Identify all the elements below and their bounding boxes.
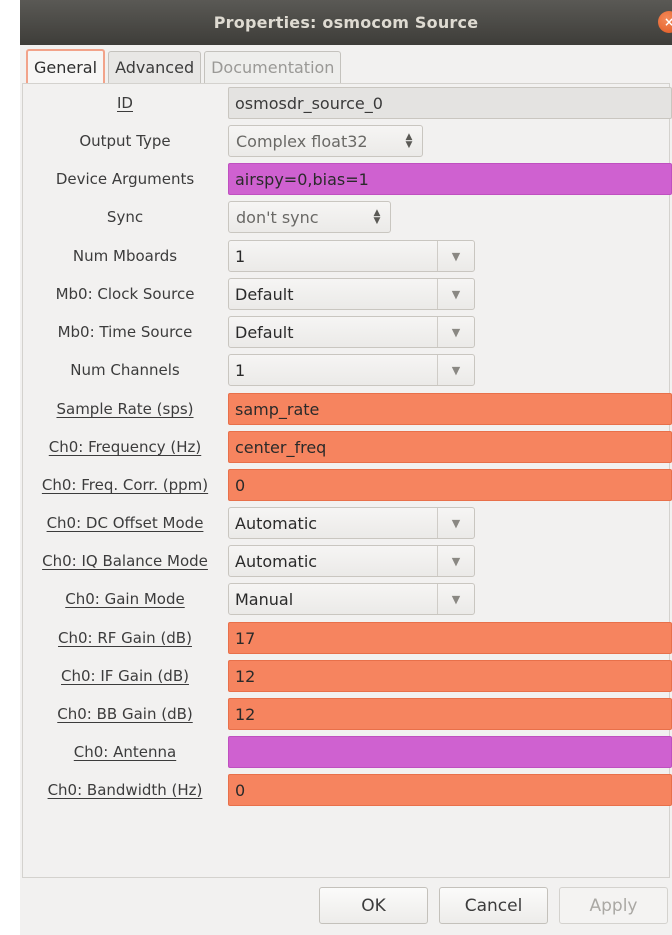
- ch0-gain-mode-combo[interactable]: Manual ▼: [228, 583, 475, 615]
- field-label: Sample Rate (sps): [56, 400, 194, 418]
- field-row-num-mboards: Num Mboards 1 ▼: [23, 240, 671, 272]
- ch0-antenna-field[interactable]: [228, 736, 672, 768]
- field-label: Ch0: Frequency (Hz): [48, 438, 202, 456]
- chevron-down-icon[interactable]: ▼: [438, 241, 474, 271]
- field-label: Ch0: Freq. Corr. (ppm): [41, 476, 209, 494]
- updown-icon: ▲ ▼: [405, 132, 413, 150]
- field-row-device-arguments: Device Arguments airspy=0,bias=1: [23, 163, 672, 195]
- chevron-down-icon[interactable]: ▼: [438, 584, 474, 614]
- field-row-id: ID osmosdr_source_0: [23, 87, 672, 119]
- field-label: Num Channels: [70, 361, 180, 379]
- cancel-button[interactable]: Cancel: [439, 887, 548, 924]
- field-label: ID: [117, 94, 133, 112]
- close-icon[interactable]: ×: [658, 11, 672, 33]
- num-channels-value: 1: [235, 360, 246, 380]
- field-row-sample-rate: Sample Rate (sps) samp_rate: [23, 393, 672, 425]
- tab-general[interactable]: General: [26, 49, 106, 83]
- ch0-gain-mode-value: Manual: [235, 589, 294, 609]
- mb0-time-source-combo[interactable]: Default ▼: [228, 316, 475, 348]
- ch0-rf-gain-field[interactable]: 17: [228, 622, 672, 654]
- field-label: Ch0: Antenna: [73, 743, 177, 761]
- field-label: Num Mboards: [72, 247, 178, 265]
- tab-bar: General Advanced Documentation: [26, 49, 344, 83]
- field-label: Mb0: Clock Source: [55, 285, 195, 303]
- id-field[interactable]: osmosdr_source_0: [228, 87, 672, 119]
- field-label: Ch0: Gain Mode: [65, 590, 185, 608]
- ch0-if-gain-field[interactable]: 12: [228, 660, 672, 692]
- chevron-down-icon[interactable]: ▼: [438, 355, 474, 385]
- field-row-output-type: Output Type Complex float32 ▲ ▼: [23, 125, 671, 157]
- ch0-bb-gain-field[interactable]: 12: [228, 698, 672, 730]
- num-mboards-value: 1: [235, 246, 246, 266]
- tab-documentation[interactable]: Documentation: [204, 51, 342, 83]
- field-row-num-channels: Num Channels 1 ▼: [23, 354, 671, 386]
- ch0-bandwidth-field[interactable]: 0: [228, 774, 672, 806]
- mb0-clock-source-value: Default: [235, 284, 294, 304]
- field-label: Mb0: Time Source: [57, 323, 193, 341]
- chevron-down-icon[interactable]: ▼: [438, 508, 474, 538]
- chevron-down-icon[interactable]: ▼: [438, 317, 474, 347]
- field-row-mb0-time-source: Mb0: Time Source Default ▼: [23, 316, 671, 348]
- field-label: Ch0: IF Gain (dB): [61, 667, 189, 685]
- field-row-ch0-iq-balance-mode: Ch0: IQ Balance Mode Automatic ▼: [23, 545, 671, 577]
- output-type-select[interactable]: Complex float32 ▲ ▼: [228, 125, 423, 157]
- field-row-ch0-freq-corr: Ch0: Freq. Corr. (ppm) 0: [23, 469, 672, 501]
- num-channels-combo[interactable]: 1 ▼: [228, 354, 475, 386]
- field-label: Ch0: Bandwidth (Hz): [47, 781, 203, 799]
- field-label: Device Arguments: [55, 170, 195, 188]
- field-label: Ch0: IQ Balance Mode: [42, 552, 208, 570]
- title-bar[interactable]: Properties: osmocom Source ×: [20, 0, 672, 45]
- field-label: Ch0: DC Offset Mode: [46, 514, 204, 532]
- apply-button[interactable]: Apply: [559, 887, 668, 924]
- field-row-ch0-antenna: Ch0: Antenna: [23, 736, 672, 768]
- chevron-down-icon[interactable]: ▼: [438, 546, 474, 576]
- field-row-ch0-bandwidth: Ch0: Bandwidth (Hz) 0: [23, 774, 672, 806]
- properties-dialog: Properties: osmocom Source × General Adv…: [20, 0, 672, 935]
- mb0-clock-source-combo[interactable]: Default ▼: [228, 278, 475, 310]
- field-label: Ch0: BB Gain (dB): [57, 705, 193, 723]
- ch0-frequency-field[interactable]: center_freq: [228, 431, 672, 463]
- sample-rate-field[interactable]: samp_rate: [228, 393, 672, 425]
- ok-button[interactable]: OK: [319, 887, 428, 924]
- ch0-dc-offset-mode-combo[interactable]: Automatic ▼: [228, 507, 475, 539]
- device-arguments-field[interactable]: airspy=0,bias=1: [228, 163, 672, 195]
- field-label: Sync: [106, 208, 144, 226]
- ch0-iq-balance-mode-value: Automatic: [235, 551, 318, 571]
- chevron-down-icon[interactable]: ▼: [438, 279, 474, 309]
- field-row-ch0-dc-offset-mode: Ch0: DC Offset Mode Automatic ▼: [23, 507, 671, 539]
- field-row-ch0-frequency: Ch0: Frequency (Hz) center_freq: [23, 431, 672, 463]
- updown-icon: ▲ ▼: [373, 208, 381, 226]
- output-type-value: Complex float32: [236, 131, 368, 151]
- field-label: Output Type: [79, 132, 171, 150]
- field-row-mb0-clock-source: Mb0: Clock Source Default ▼: [23, 278, 671, 310]
- field-row-sync: Sync don't sync ▲ ▼: [23, 201, 671, 233]
- field-row-ch0-if-gain: Ch0: IF Gain (dB) 12: [23, 660, 672, 692]
- ch0-iq-balance-mode-combo[interactable]: Automatic ▼: [228, 545, 475, 577]
- general-panel: ID osmosdr_source_0 Output Type Complex …: [22, 83, 672, 878]
- field-row-ch0-bb-gain: Ch0: BB Gain (dB) 12: [23, 698, 672, 730]
- field-label: Ch0: RF Gain (dB): [58, 629, 192, 647]
- ch0-freq-corr-field[interactable]: 0: [228, 469, 672, 501]
- mb0-time-source-value: Default: [235, 322, 294, 342]
- num-mboards-combo[interactable]: 1 ▼: [228, 240, 475, 272]
- tab-advanced[interactable]: Advanced: [108, 51, 202, 83]
- sync-select[interactable]: don't sync ▲ ▼: [228, 201, 391, 233]
- dialog-button-bar: OK Cancel Apply: [20, 878, 672, 935]
- window-title: Properties: osmocom Source: [213, 13, 479, 32]
- sync-value: don't sync: [236, 207, 319, 227]
- field-row-ch0-gain-mode: Ch0: Gain Mode Manual ▼: [23, 583, 671, 615]
- field-row-ch0-rf-gain: Ch0: RF Gain (dB) 17: [23, 622, 672, 654]
- ch0-dc-offset-mode-value: Automatic: [235, 513, 318, 533]
